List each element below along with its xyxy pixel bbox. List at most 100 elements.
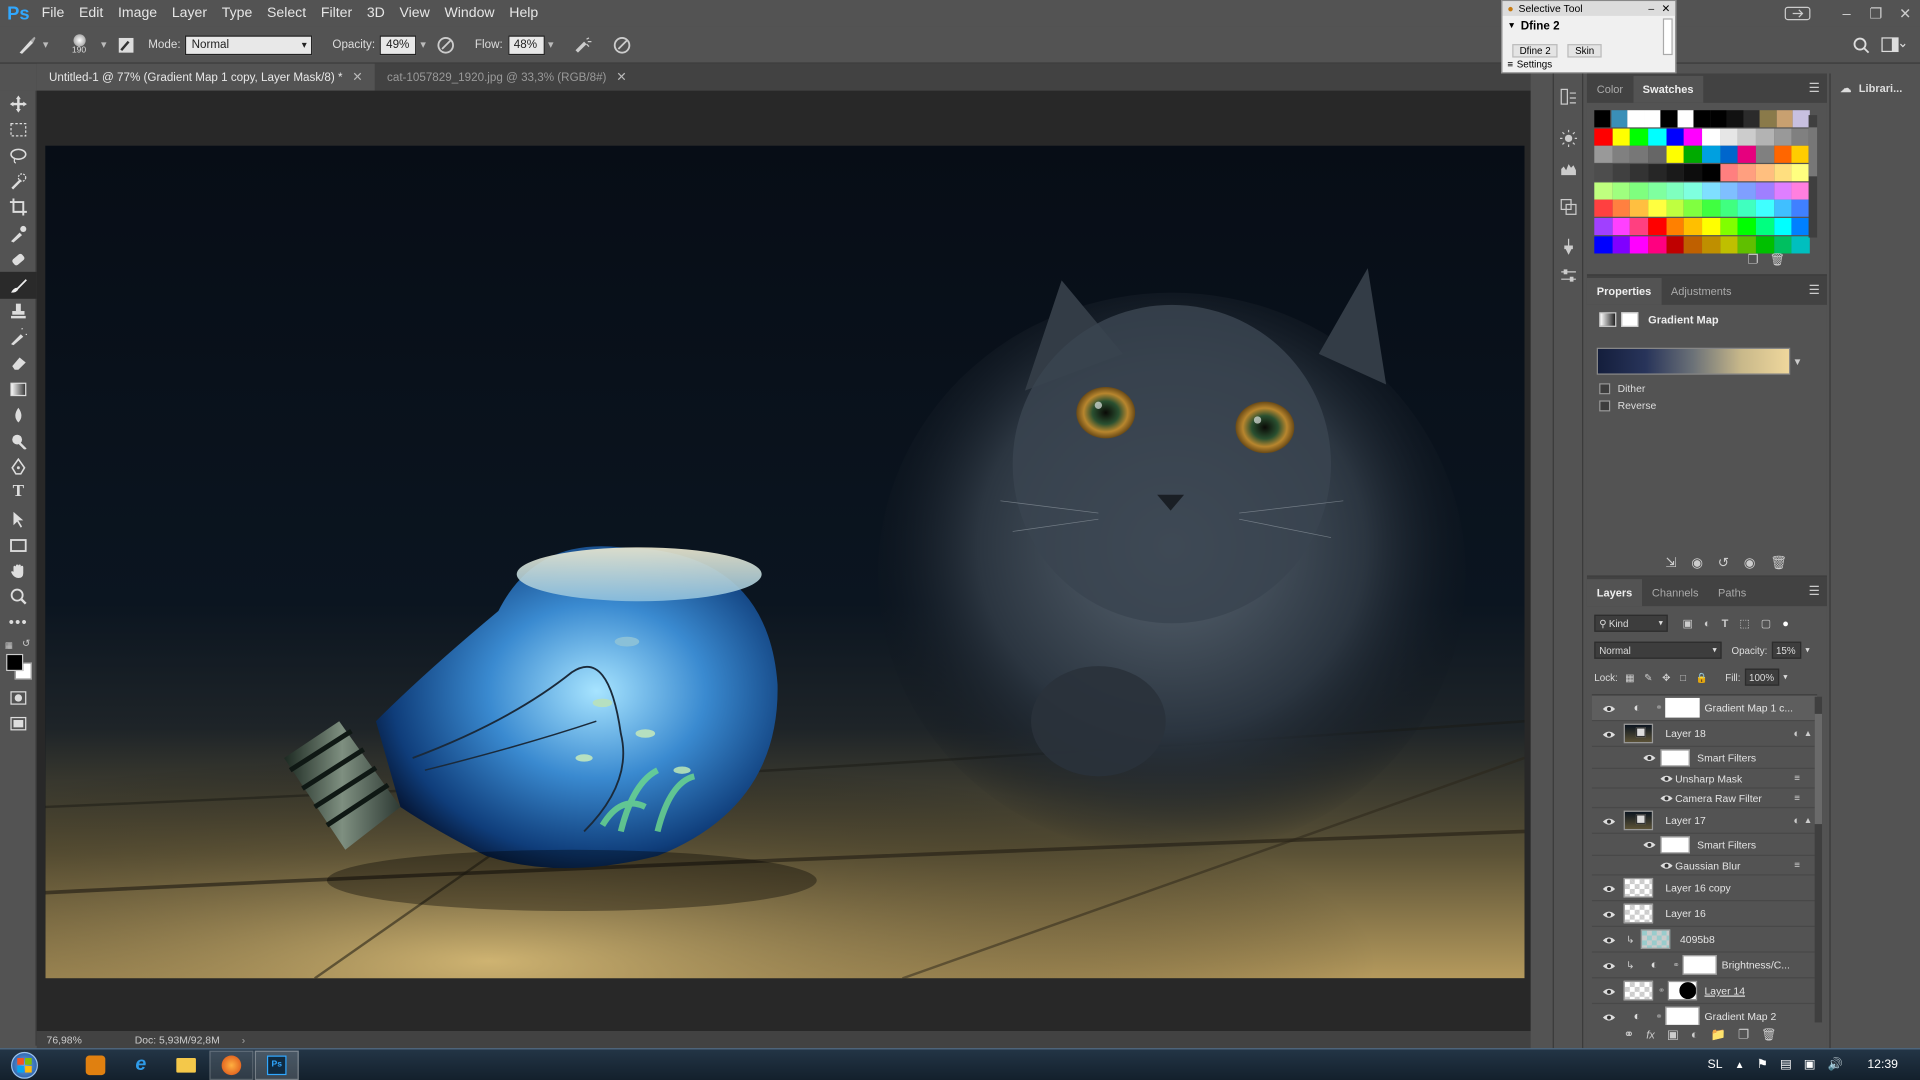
- new-adjustment-icon[interactable]: ◐: [1691, 1029, 1698, 1042]
- scrollbar-thumb[interactable]: [1814, 713, 1823, 825]
- settings-link[interactable]: ≡ Settings: [1507, 59, 1552, 70]
- minimize-icon[interactable]: –: [1832, 2, 1861, 24]
- pressure-size-icon[interactable]: [610, 32, 634, 56]
- visibility-eye-icon[interactable]: [1643, 840, 1656, 852]
- layers-scrollbar[interactable]: [1814, 696, 1823, 1023]
- swatch[interactable]: [1630, 164, 1649, 182]
- swatch[interactable]: [1666, 164, 1685, 182]
- close-icon[interactable]: ✕: [1891, 2, 1920, 24]
- swatch[interactable]: [1776, 110, 1794, 128]
- swatch[interactable]: [1594, 128, 1613, 146]
- zoom-level[interactable]: 76,98%: [47, 1033, 120, 1045]
- layer-opacity-input[interactable]: 15%: [1772, 641, 1802, 659]
- quick-mask-icon[interactable]: [0, 684, 37, 710]
- swatch[interactable]: [1666, 218, 1685, 236]
- network-icon[interactable]: ▤: [1780, 1058, 1792, 1071]
- mask-link-icon[interactable]: ⚭: [1656, 703, 1663, 713]
- visibility-eye-icon[interactable]: [1602, 883, 1616, 895]
- pressure-opacity-icon[interactable]: [433, 32, 457, 56]
- rectangle-tool-icon[interactable]: [0, 532, 37, 558]
- mask-icon[interactable]: [1621, 312, 1639, 327]
- flow-input[interactable]: 48%: [507, 34, 545, 55]
- tab-channels[interactable]: Channels: [1642, 579, 1708, 606]
- chevron-right-icon[interactable]: ›: [242, 1033, 245, 1045]
- document-canvas[interactable]: [45, 145, 1525, 979]
- smart-filter-row[interactable]: Camera Raw Filter ≡: [1591, 789, 1818, 809]
- swatch[interactable]: [1594, 200, 1613, 218]
- swatch[interactable]: [1612, 200, 1631, 218]
- layer-row[interactable]: ⚭ Layer 14: [1591, 978, 1818, 1005]
- clock[interactable]: 12:39: [1867, 1058, 1898, 1071]
- menu-file[interactable]: File: [34, 0, 71, 27]
- workspace-icon[interactable]: [1881, 32, 1906, 56]
- visibility-eye-icon[interactable]: [1602, 1012, 1616, 1024]
- display-icon[interactable]: ▣: [1804, 1058, 1816, 1071]
- swatch[interactable]: [1612, 164, 1631, 182]
- hand-tool-icon[interactable]: [0, 558, 37, 584]
- swatch[interactable]: [1759, 110, 1777, 128]
- swatch[interactable]: [1755, 182, 1774, 200]
- tab-swatches[interactable]: Swatches: [1632, 75, 1704, 103]
- marquee-tool-icon[interactable]: [0, 117, 37, 143]
- filter-pixel-icon[interactable]: ▣: [1682, 617, 1692, 630]
- adjustment-layer-icon[interactable]: ◐: [1651, 958, 1658, 971]
- eyedropper-tool-icon[interactable]: [0, 220, 37, 246]
- visibility-eye-icon[interactable]: [1660, 793, 1673, 805]
- swatch[interactable]: [1738, 182, 1756, 200]
- swatch[interactable]: [1684, 218, 1702, 236]
- swatch[interactable]: [1773, 128, 1792, 146]
- swatch[interactable]: [1630, 200, 1649, 218]
- fx-icon[interactable]: fx: [1646, 1029, 1655, 1042]
- menu-help[interactable]: Help: [502, 0, 546, 27]
- swatch[interactable]: [1738, 236, 1756, 254]
- swatch[interactable]: [1702, 218, 1720, 236]
- swatch[interactable]: [1773, 218, 1792, 236]
- swatch[interactable]: [1630, 146, 1649, 164]
- swatch[interactable]: [1610, 110, 1628, 128]
- layer-row[interactable]: ◐ ⚭ Gradient Map 1 c...: [1591, 695, 1818, 722]
- swatch[interactable]: [1738, 146, 1756, 164]
- swatch[interactable]: [1720, 236, 1738, 254]
- swatch[interactable]: [1648, 182, 1667, 200]
- visibility-eye-icon[interactable]: [1602, 935, 1616, 947]
- start-button[interactable]: [0, 1049, 49, 1080]
- menu-type[interactable]: Type: [214, 0, 259, 27]
- swatch[interactable]: [1791, 200, 1810, 218]
- swatch[interactable]: [1773, 236, 1792, 254]
- swatch[interactable]: [1720, 146, 1738, 164]
- filter-mask-thumbnail[interactable]: [1660, 749, 1690, 767]
- layer-row[interactable]: Layer 16: [1591, 901, 1818, 927]
- filter-toggle-icon[interactable]: ●: [1782, 617, 1789, 629]
- menu-image[interactable]: Image: [111, 0, 165, 27]
- swatch[interactable]: [1594, 182, 1613, 200]
- visibility-eye-icon[interactable]: [1602, 816, 1616, 828]
- swatch[interactable]: [1738, 200, 1756, 218]
- smart-filter-row[interactable]: Unsharp Mask ≡: [1591, 769, 1818, 789]
- move-tool-icon[interactable]: [0, 91, 37, 117]
- swatch[interactable]: [1660, 110, 1678, 128]
- swatch[interactable]: [1693, 110, 1711, 128]
- filter-shape-icon[interactable]: ⬚: [1739, 617, 1749, 630]
- reset-icon[interactable]: ↺: [1718, 555, 1729, 571]
- restore-icon[interactable]: ❐: [1861, 2, 1890, 24]
- close-icon[interactable]: ✕: [1661, 2, 1670, 15]
- swatch[interactable]: [1612, 146, 1631, 164]
- delete-layer-icon[interactable]: 🗑: [1761, 1029, 1777, 1042]
- swatch[interactable]: [1791, 236, 1810, 254]
- visibility-eye-icon[interactable]: [1660, 774, 1673, 786]
- swatch[interactable]: [1710, 110, 1727, 128]
- swatch[interactable]: [1594, 236, 1613, 254]
- pen-tool-icon[interactable]: [0, 454, 37, 480]
- eraser-tool-icon[interactable]: [0, 350, 37, 376]
- visibility-eye-icon[interactable]: [1602, 729, 1616, 741]
- view-previous-icon[interactable]: ◉: [1691, 555, 1703, 571]
- swatch[interactable]: [1684, 146, 1702, 164]
- lock-transparency-icon[interactable]: ▦: [1625, 672, 1634, 683]
- swatch[interactable]: [1755, 128, 1774, 146]
- menu-window[interactable]: Window: [437, 0, 502, 27]
- visibility-icon[interactable]: ◉: [1744, 555, 1756, 571]
- swatch[interactable]: [1755, 164, 1774, 182]
- swatch[interactable]: [1648, 200, 1667, 218]
- swatch[interactable]: [1594, 218, 1613, 236]
- chevron-down-icon[interactable]: ▼: [1793, 356, 1803, 367]
